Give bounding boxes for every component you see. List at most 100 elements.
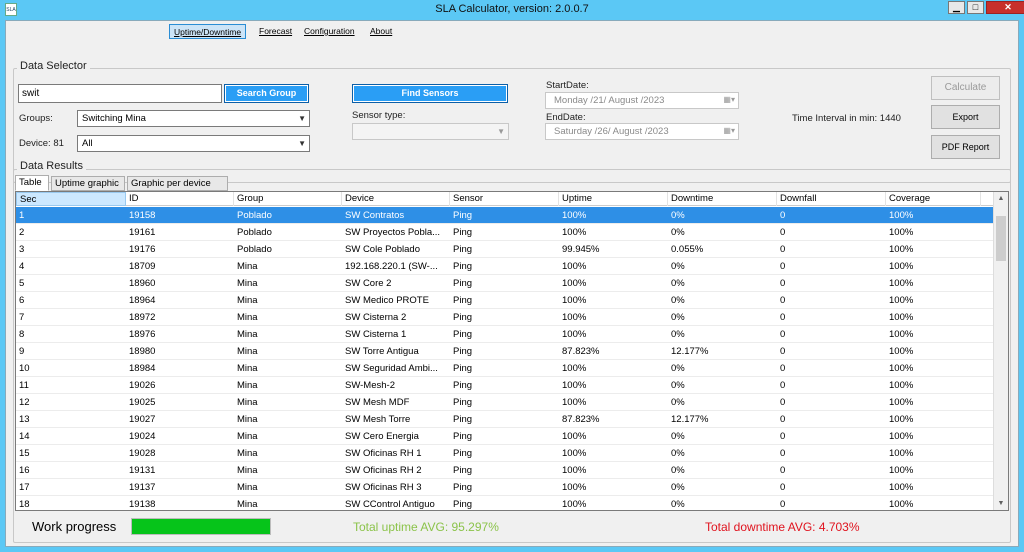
table-cell: 100% — [562, 482, 587, 493]
scroll-down-icon[interactable]: ▼ — [994, 497, 1008, 510]
table-cell: Mina — [237, 380, 258, 391]
pdf-report-button[interactable]: PDF Report — [931, 135, 1000, 159]
column-header[interactable]: Coverage — [886, 192, 981, 206]
table-row[interactable]: 8 18976 Mina SW Cisterna 1 Ping 100% 0% 0 100% — [16, 326, 996, 343]
search-group-button[interactable]: Search Group — [224, 84, 309, 103]
close-icon[interactable]: ✕ — [986, 1, 1024, 14]
column-header[interactable]: ID — [126, 192, 234, 206]
table-row[interactable]: 17 19137 Mina SW Oficinas RH 3 Ping 100% 0% 0 10… — [16, 479, 996, 496]
table-row[interactable]: 2 19161 Poblado SW Proyectos Pobla... Ping 10… — [16, 224, 996, 241]
maximize-icon[interactable]: □ — [967, 1, 984, 14]
table-cell: 0 — [780, 210, 786, 221]
calendar-icon[interactable]: ▦▾ — [723, 93, 735, 107]
table-row[interactable]: 10 18984 Mina SW Seguridad Ambi... Ping 100% 0… — [16, 360, 996, 377]
table-cell: 0% — [671, 227, 685, 238]
table-row[interactable]: 15 19028 Mina SW Oficinas RH 1 Ping 100% 0% 0 10… — [16, 445, 996, 462]
table-row[interactable]: 13 19027 Mina SW Mesh Torre Ping 87.823% 12.17… — [16, 411, 996, 428]
search-input[interactable]: swit — [18, 84, 222, 103]
column-header[interactable]: Group — [234, 192, 342, 206]
menu-about[interactable]: About — [366, 24, 396, 39]
table-row[interactable]: 11 19026 Mina SW-Mesh-2 Ping 100% 0% 0 100% — [16, 377, 996, 394]
table-row[interactable]: 5 18960 Mina SW Core 2 Ping 100% 0% 0 100% — [16, 275, 996, 292]
table-cell: 5 — [19, 278, 25, 289]
table-cell: 0 — [780, 465, 786, 476]
table-cell: Ping — [453, 363, 473, 374]
tab-table[interactable]: Table — [15, 175, 49, 191]
table-cell: 100% — [562, 295, 587, 306]
table-row[interactable]: 3 19176 Poblado SW Cole Poblado Ping 99.945% 0… — [16, 241, 996, 258]
table-cell: Mina — [237, 346, 258, 357]
column-header[interactable]: Sec — [16, 192, 126, 206]
table-cell: 100% — [889, 227, 914, 238]
table-cell: 0% — [671, 329, 685, 340]
table-cell: Ping — [453, 346, 473, 357]
calculate-button[interactable]: Calculate — [931, 76, 1000, 100]
table-row[interactable]: 9 18980 Mina SW Torre Antigua Ping 87.823% 12.… — [16, 343, 996, 360]
scroll-thumb[interactable] — [996, 216, 1006, 261]
data-results-title: Data Results — [17, 160, 86, 172]
table-cell: Mina — [237, 278, 258, 289]
tab-graphic-per-device[interactable]: Graphic per device — [127, 176, 228, 191]
table-row[interactable]: 1 19158 Poblado SW Contratos Ping 100% 0% 0 100% — [16, 207, 996, 224]
table-cell: 100% — [889, 261, 914, 272]
sensor-type-select[interactable]: ▼ — [352, 123, 509, 140]
end-date-picker[interactable]: Saturday /26/ August /2023 ▦▾ — [545, 123, 739, 140]
groups-label: Groups: — [19, 113, 53, 124]
table-cell: 18980 — [129, 346, 156, 357]
table-cell: Mina — [237, 482, 258, 493]
table-row[interactable]: 12 19025 Mina SW Mesh MDF Ping 100% 0% 0 100% — [16, 394, 996, 411]
table-cell: Mina — [237, 414, 258, 425]
work-progress-label: Work progress — [32, 519, 117, 534]
sensor-type-label: Sensor type: — [352, 110, 406, 121]
table-cell: 100% — [889, 414, 914, 425]
scroll-up-icon[interactable]: ▲ — [994, 192, 1008, 205]
table-row[interactable]: 7 18972 Mina SW Cisterna 2 Ping 100% 0% 0 100% — [16, 309, 996, 326]
table-row[interactable]: 4 18709 Mina 192.168.220.1 (SW-... Ping 100% 0… — [16, 258, 996, 275]
table-row[interactable]: 14 19024 Mina SW Cero Energia Ping 100% 0% 0 100… — [16, 428, 996, 445]
minimize-icon[interactable]: ▁ — [948, 1, 965, 14]
table-cell: 100% — [889, 397, 914, 408]
column-header[interactable]: Downtime — [668, 192, 777, 206]
column-header[interactable]: Downfall — [777, 192, 886, 206]
table-cell: 19027 — [129, 414, 156, 425]
export-button[interactable]: Export — [931, 105, 1000, 129]
table-cell: Mina — [237, 499, 258, 510]
table-cell: 0 — [780, 397, 786, 408]
table-cell: 19137 — [129, 482, 156, 493]
table-cell: SW Oficinas RH 2 — [345, 465, 422, 476]
tab-uptime-graphic[interactable]: Uptime graphic — [51, 176, 125, 191]
column-header[interactable]: Uptime — [559, 192, 668, 206]
menu-configuration[interactable]: Configuration — [300, 24, 359, 39]
column-header[interactable]: Device — [342, 192, 450, 206]
table-cell: 0% — [671, 397, 685, 408]
table-cell: Ping — [453, 312, 473, 323]
device-select-value: All — [82, 138, 93, 149]
column-header[interactable]: Sensor — [450, 192, 559, 206]
device-select[interactable]: All ▼ — [77, 135, 310, 152]
table-row[interactable]: 18 19138 Mina SW CControl Antiguo Ping 100% 0%… — [16, 496, 996, 510]
table-cell: 100% — [889, 499, 914, 510]
table-cell: 100% — [562, 363, 587, 374]
table-row[interactable]: 6 18964 Mina SW Medico PROTE Ping 100% 0% 0 100% — [16, 292, 996, 309]
groups-select[interactable]: Switching Mina ▼ — [77, 110, 310, 127]
end-date-value: Saturday /26/ August /2023 — [554, 126, 669, 137]
menu-uptime-downtime[interactable]: Uptime/Downtime — [169, 24, 247, 39]
results-table[interactable]: Sec ID Group Device Sensor Uptime Downtime Down… — [15, 191, 1009, 511]
find-sensors-button[interactable]: Find Sensors — [352, 84, 508, 103]
table-cell: 19176 — [129, 244, 156, 255]
start-date-picker[interactable]: Monday /21/ August /2023 ▦▾ — [545, 92, 739, 109]
table-cell: 100% — [562, 227, 587, 238]
table-row[interactable]: 16 19131 Mina SW Oficinas RH 2 Ping 100% 0% 0 10… — [16, 462, 996, 479]
calendar-icon[interactable]: ▦▾ — [723, 124, 735, 138]
table-cell: 100% — [889, 210, 914, 221]
table-cell: Ping — [453, 380, 473, 391]
table-cell: 18984 — [129, 363, 156, 374]
table-cell: 8 — [19, 329, 25, 340]
table-cell: Ping — [453, 414, 473, 425]
vertical-scrollbar[interactable]: ▲ ▼ — [993, 192, 1008, 510]
menu-forecast[interactable]: Forecast — [255, 24, 296, 39]
table-cell: 100% — [889, 312, 914, 323]
work-progress-fill — [132, 519, 270, 534]
table-cell: 19024 — [129, 431, 156, 442]
table-cell: 2 — [19, 227, 25, 238]
